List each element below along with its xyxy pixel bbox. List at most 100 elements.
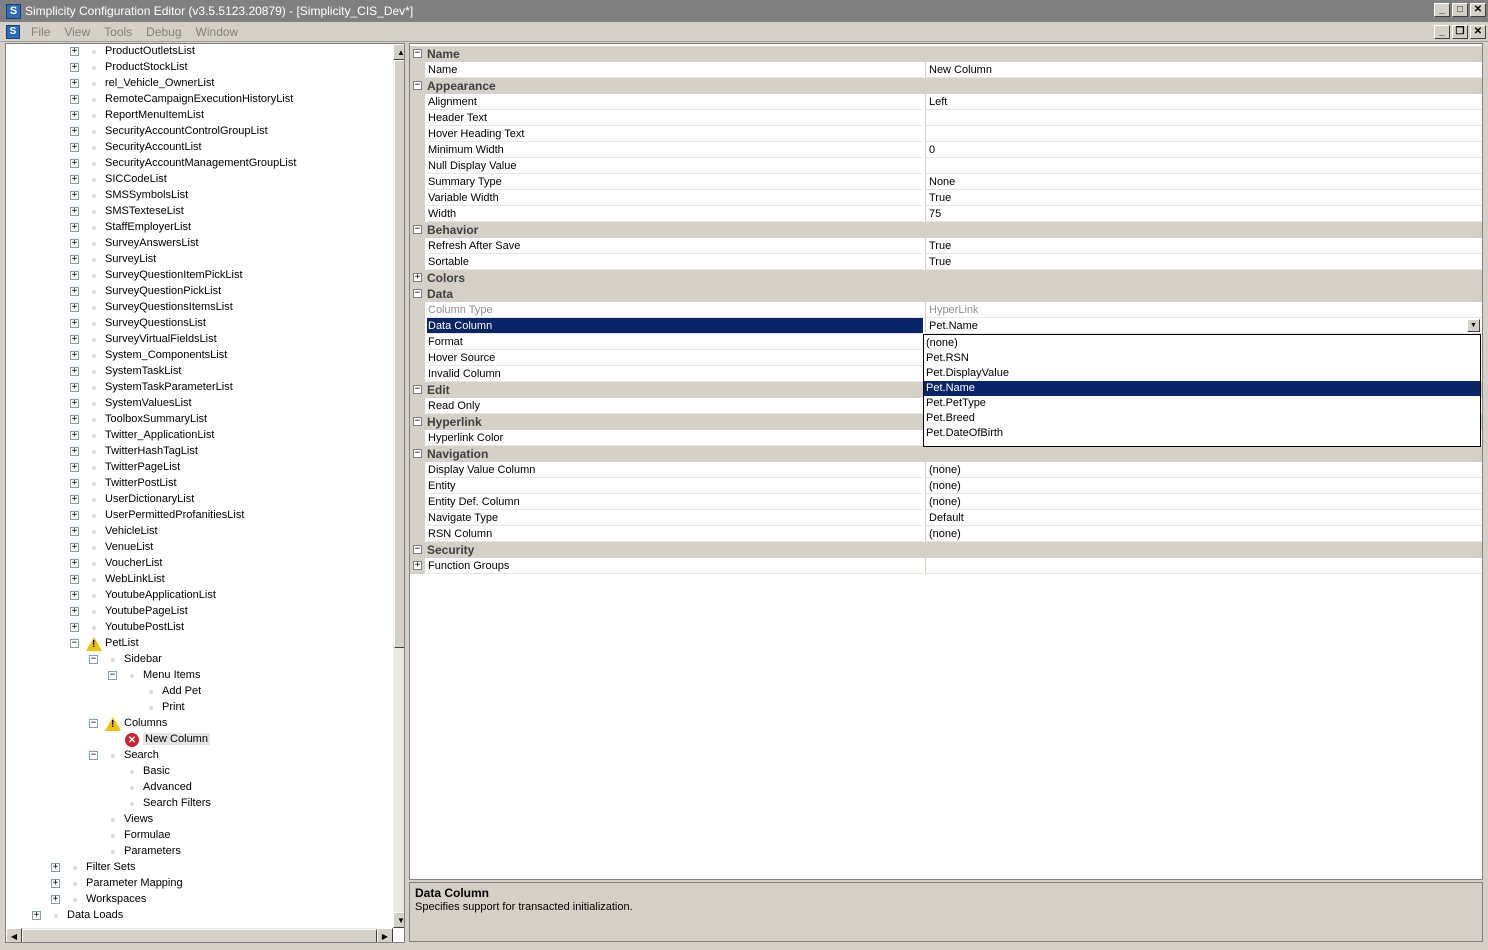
expand-icon[interactable]: + [70,527,79,536]
property-name[interactable]: Function Groups [427,558,923,574]
tree-item-twitterpagelist[interactable]: + TwitterPageList [6,460,391,476]
expand-icon[interactable]: + [70,175,79,184]
property-name[interactable]: Navigate Type [427,510,923,526]
expand-icon[interactable]: + [70,47,79,56]
collapse-icon[interactable]: − [413,417,422,426]
tree-vscroll-thumb[interactable] [394,60,404,648]
tree-item-label[interactable]: Sidebar [124,653,162,665]
tree-item-petlist[interactable]: −! PetList [6,636,391,652]
tree-item-vehiclelist[interactable]: + VehicleList [6,524,391,540]
tree-item-label[interactable]: YoutubePageList [105,605,188,617]
property-name[interactable]: Sortable [427,254,923,270]
expand-icon[interactable]: + [70,463,79,472]
close-button[interactable]: ✕ [1470,3,1486,17]
property-width[interactable]: Width 75 [410,206,1482,222]
tree-item-surveyquestionsitemslist[interactable]: + SurveyQuestionsItemsList [6,300,391,316]
expand-icon[interactable]: + [70,143,79,152]
expand-icon[interactable]: + [70,63,79,72]
expand-icon[interactable]: + [70,591,79,600]
dropdown-option-pet-breed[interactable]: Pet.Breed [924,411,1480,426]
property-name[interactable]: Hyperlink Color [427,430,923,446]
property-value[interactable]: Default [925,510,1482,526]
tree-item-label[interactable]: Parameter Mapping [86,877,183,889]
tree-item-label[interactable]: SecurityAccountManagementGroupList [105,157,296,169]
expand-icon[interactable]: + [70,543,79,552]
tree-item-label[interactable]: Views [124,813,153,825]
category-navigation[interactable]: − Navigation [410,446,1482,462]
property-summary-type[interactable]: Summary Type None [410,174,1482,190]
collapse-icon[interactable]: − [413,449,422,458]
expand-icon[interactable]: + [413,561,422,570]
menu-view[interactable]: View [57,25,97,39]
property-navigate-type[interactable]: Navigate Type Default [410,510,1482,526]
tree-item-surveyquestionslist[interactable]: + SurveyQuestionsList [6,316,391,332]
expand-icon[interactable]: + [51,895,60,904]
tree-item-workspaces[interactable]: + Workspaces [6,892,391,908]
tree-item-label[interactable]: New Column [143,733,210,745]
tree-item-label[interactable]: SystemValuesList [105,397,192,409]
tree-item-smstexteselist[interactable]: + SMSTexteseList [6,204,391,220]
expand-icon[interactable]: + [70,95,79,104]
category-data[interactable]: − Data [410,286,1482,302]
category-colors[interactable]: + Colors [410,270,1482,286]
property-sortable[interactable]: Sortable True [410,254,1482,270]
tree-item-label[interactable]: Columns [124,717,167,729]
property-grid[interactable]: − Name Name New Column − Appearance Alignment L… [409,43,1483,880]
tree-item-systemvalueslist[interactable]: + SystemValuesList [6,396,391,412]
expand-icon[interactable]: + [70,511,79,520]
mdi-close-button[interactable]: ✕ [1470,25,1486,39]
tree-item-securityaccountcontrolgrouplist[interactable]: + SecurityAccountControlGroupList [6,124,391,140]
tree-item-productstocklist[interactable]: + ProductStockList [6,60,391,76]
property-display-value-column[interactable]: Display Value Column (none) [410,462,1482,478]
property-value[interactable]: 0 [925,142,1482,158]
expand-icon[interactable]: + [70,447,79,456]
collapse-icon[interactable]: − [413,49,422,58]
collapse-icon[interactable]: − [108,671,117,680]
tree-item-menu-items[interactable]: − Menu Items [6,668,391,684]
property-minimum-width[interactable]: Minimum Width 0 [410,142,1482,158]
property-name[interactable]: Display Value Column [427,462,923,478]
tree-item-surveyvirtualfieldslist[interactable]: + SurveyVirtualFieldsList [6,332,391,348]
tree-item-views[interactable]: Views [6,812,391,828]
tree-item-label[interactable]: TwitterPageList [105,461,180,473]
property-name[interactable]: Data Column [427,318,923,334]
tree-item-label[interactable]: VehicleList [105,525,158,537]
expand-icon[interactable]: + [70,479,79,488]
tree-item-parameters[interactable]: Parameters [6,844,391,860]
tree-item-label[interactable]: SecurityAccountList [105,141,202,153]
expand-icon[interactable]: + [70,575,79,584]
property-name[interactable]: Entity [427,478,923,494]
property-header-text[interactable]: Header Text [410,110,1482,126]
tree-item-label[interactable]: WebLinkList [105,573,165,585]
property-null-display-value[interactable]: Null Display Value [410,158,1482,174]
scroll-down-icon[interactable]: ▼ [393,912,404,928]
tree-item-staffemployerlist[interactable]: + StaffEmployerList [6,220,391,236]
tree-item-surveyquestionitempicklist[interactable]: + SurveyQuestionItemPickList [6,268,391,284]
collapse-icon[interactable]: − [89,751,98,760]
tree-item-formulae[interactable]: Formulae [6,828,391,844]
expand-icon[interactable]: + [70,495,79,504]
dropdown-option-none[interactable]: (none) [924,336,1480,351]
tree-item-label[interactable]: SurveyQuestionsList [105,317,206,329]
expand-icon[interactable]: + [70,159,79,168]
tree-item-parameter-mapping[interactable]: + Parameter Mapping [6,876,391,892]
property-name[interactable]: Read Only [427,398,923,414]
tree-item-label[interactable]: YoutubeApplicationList [105,589,216,601]
property-value[interactable]: Pet.Name ▼ [925,318,1482,334]
tree-item-add-pet[interactable]: Add Pet [6,684,391,700]
property-value[interactable] [925,158,1482,174]
tree-item-label[interactable]: SurveyList [105,253,156,265]
tree-item-label[interactable]: RemoteCampaignExecutionHistoryList [105,93,293,105]
tree-item-label[interactable]: Parameters [124,845,181,857]
property-name[interactable]: Column Type [427,302,923,318]
property-value[interactable]: None [925,174,1482,190]
dropdown-option-pet-rsn[interactable]: Pet.RSN [924,351,1480,366]
menu-window[interactable]: Window [189,25,246,39]
property-value[interactable]: (none) [925,526,1482,542]
tree-item-venuelist[interactable]: + VenueList [6,540,391,556]
tree-item-userpermittedprofanitieslist[interactable]: + UserPermittedProfanitiesList [6,508,391,524]
expand-icon[interactable]: + [70,111,79,120]
property-name[interactable]: Summary Type [427,174,923,190]
property-value[interactable]: Left [925,94,1482,110]
expand-icon[interactable]: + [70,255,79,264]
